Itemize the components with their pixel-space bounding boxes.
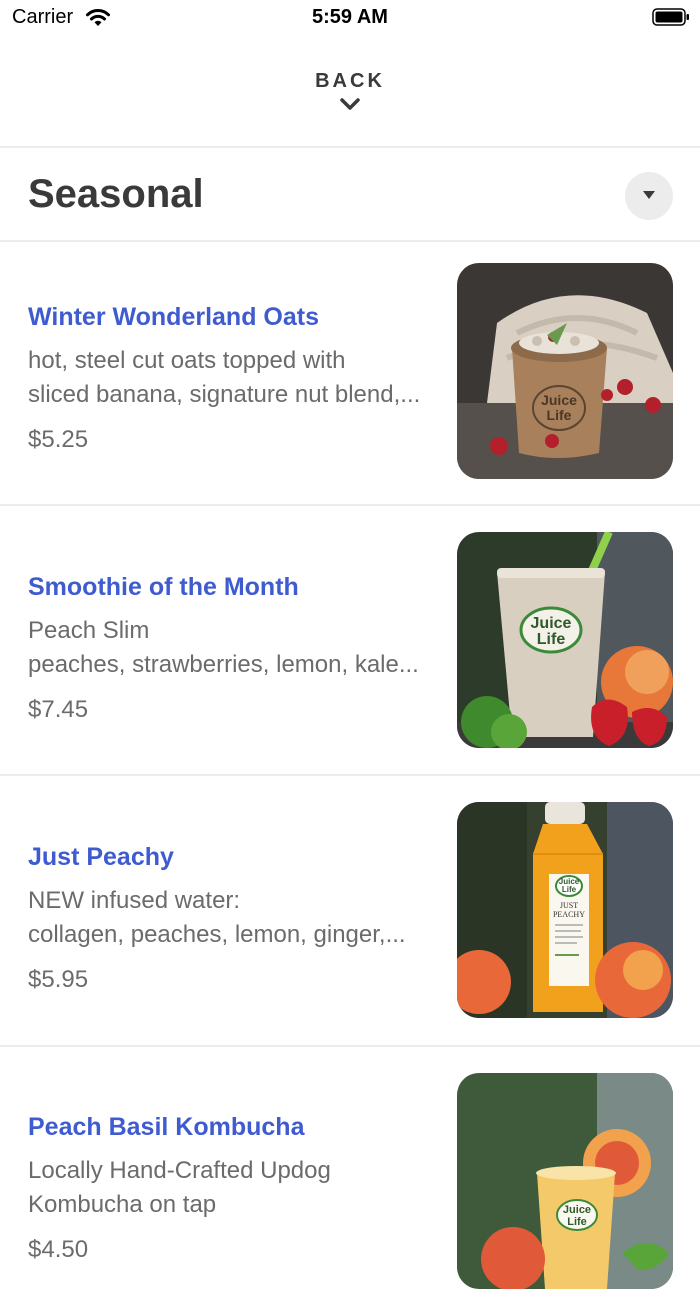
item-price: $5.25 bbox=[28, 426, 89, 453]
item-image: Juice Life bbox=[457, 1073, 673, 1289]
item-price: $4.50 bbox=[28, 1236, 89, 1263]
section-title: Seasonal bbox=[28, 172, 204, 216]
menu-item[interactable]: Just Peachy NEW infused water: collagen,… bbox=[0, 775, 700, 1043]
svg-text:Juice: Juice bbox=[541, 392, 577, 408]
category-dropdown-button[interactable] bbox=[625, 172, 673, 220]
back-label: BACK bbox=[315, 70, 385, 92]
svg-text:Life: Life bbox=[537, 631, 566, 648]
svg-text:Life: Life bbox=[562, 885, 577, 894]
menu-item[interactable]: Smoothie of the Month Peach Slim peaches… bbox=[0, 505, 700, 773]
status-bar: Carrier 5:59 AM bbox=[0, 0, 700, 36]
item-description: NEW infused water: collagen, peaches, le… bbox=[28, 887, 406, 948]
item-description: hot, steel cut oats topped with sliced b… bbox=[28, 347, 421, 408]
item-name: Smoothie of the Month bbox=[28, 573, 299, 601]
svg-text:Life: Life bbox=[547, 407, 572, 423]
svg-text:Life: Life bbox=[567, 1216, 587, 1228]
item-name: Peach Basil Kombucha bbox=[28, 1113, 305, 1141]
item-image: Juice Life bbox=[457, 532, 673, 748]
item-price: $5.95 bbox=[28, 966, 89, 993]
item-image: Juice Life JUST PEACHY bbox=[457, 802, 673, 1018]
chevron-down-icon bbox=[340, 98, 360, 110]
svg-text:Juice: Juice bbox=[531, 615, 572, 632]
item-image: Juice Life bbox=[457, 263, 673, 479]
item-name: Winter Wonderland Oats bbox=[28, 303, 320, 331]
back-button[interactable]: BACK bbox=[0, 60, 700, 146]
caret-down-icon bbox=[643, 191, 655, 199]
item-description: Locally Hand-Crafted Updog Kombucha on t… bbox=[28, 1157, 331, 1218]
svg-text:Juice: Juice bbox=[563, 1204, 591, 1216]
item-description: Peach Slim peaches, strawberries, lemon,… bbox=[28, 617, 419, 678]
svg-text:JUST: JUST bbox=[560, 901, 578, 910]
battery-icon bbox=[652, 8, 689, 26]
item-name: Just Peachy bbox=[28, 843, 174, 871]
menu-item[interactable]: Winter Wonderland Oats hot, steel cut oa… bbox=[0, 241, 700, 509]
section-header: Seasonal bbox=[0, 148, 700, 240]
clock: 5:59 AM bbox=[312, 6, 388, 28]
svg-text:PEACHY: PEACHY bbox=[553, 910, 585, 919]
menu-item[interactable]: Peach Basil Kombucha Locally Hand-Crafte… bbox=[0, 1046, 700, 1314]
item-price: $7.45 bbox=[28, 696, 89, 723]
